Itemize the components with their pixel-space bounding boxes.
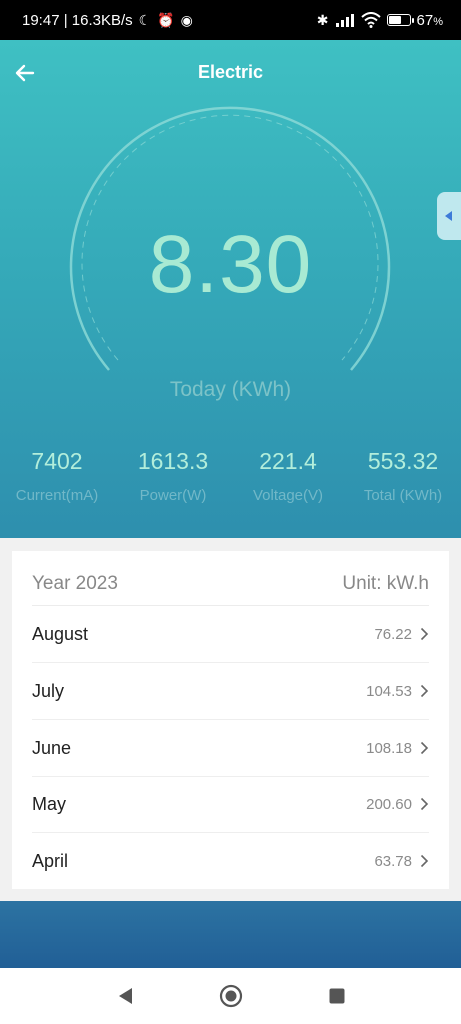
notification-icon: ◉ (180, 11, 193, 28)
unit-label: Unit: kW.h (342, 573, 429, 594)
month-value: 76.22 (374, 625, 412, 643)
monthly-usage-card: Year 2023 Unit: kW.h August 76.22 July 1… (12, 551, 449, 889)
month-row-may[interactable]: May 200.60 (32, 776, 429, 833)
footer-band (0, 901, 461, 968)
card-header: Year 2023 Unit: kW.h (32, 563, 429, 606)
battery-number: 67 (416, 11, 434, 29)
month-label: August (32, 623, 89, 644)
stat-power: 1613.3 Power(W) (113, 448, 233, 504)
month-label: May (32, 793, 67, 814)
month-label: July (32, 680, 65, 701)
battery-unit: % (433, 15, 443, 28)
month-row-june[interactable]: June 108.18 (32, 720, 429, 777)
month-row-august[interactable]: August 76.22 (32, 606, 429, 663)
stat-value: 553.32 (367, 448, 439, 474)
stat-label: Current(mA) (15, 487, 99, 504)
battery-percent: 67% (417, 12, 443, 29)
page-title: Electric (197, 62, 264, 82)
square-recents-icon (329, 988, 344, 1004)
month-value: 104.53 (366, 682, 412, 700)
system-nav-bar (0, 968, 461, 1024)
chevron-right-icon (420, 741, 429, 755)
stat-value: 221.4 (259, 448, 317, 474)
status-bar: 19:47 | 16.3KB/s ☾ ⏰ ◉ ✱ 67% (0, 0, 461, 40)
month-value: 63.78 (374, 852, 412, 870)
alarm-icon: ⏰ (157, 11, 175, 28)
month-row-april[interactable]: April 63.78 (32, 833, 429, 889)
row-right: 63.78 (374, 853, 429, 870)
chevron-right-icon (420, 684, 429, 698)
stat-total: 553.32 Total (KWh) (343, 448, 461, 504)
status-time-speed: 19:47 | 16.3KB/s (22, 11, 133, 29)
battery-fill (388, 16, 402, 24)
battery-icon (386, 14, 414, 26)
stat-label: Voltage(V) (252, 487, 324, 504)
year-label: Year 2023 (32, 573, 118, 594)
today-kwh-label: Today (KWh) (169, 378, 292, 401)
top-bar: Electric (0, 40, 461, 106)
row-right: 104.53 (366, 683, 429, 700)
month-label: June (32, 737, 72, 758)
status-left: 19:47 | 16.3KB/s ☾ ⏰ ◉ (22, 12, 193, 29)
hero-section: Electric 8.30 Today (KWh) 7402 Current(m… (0, 40, 461, 538)
stats-row: 7402 Current(mA) 1613.3 Power(W) 221.4 V… (0, 448, 461, 518)
stat-voltage: 221.4 Voltage(V) (228, 448, 348, 504)
triangle-back-icon (118, 988, 132, 1004)
stat-current: 7402 Current(mA) (0, 448, 117, 504)
circle-home-icon (219, 984, 242, 1008)
chevron-right-icon (420, 854, 429, 868)
wifi-icon (360, 12, 381, 28)
today-kwh-value: 8.30 (148, 219, 313, 310)
row-right: 200.60 (366, 796, 429, 813)
month-value: 108.18 (366, 739, 412, 757)
month-row-july[interactable]: July 104.53 (32, 663, 429, 720)
stat-value: 7402 (31, 448, 83, 474)
month-label: April (32, 850, 69, 871)
moon-icon: ☾ (138, 11, 152, 28)
nav-home-button[interactable] (217, 982, 245, 1010)
nav-back-button[interactable] (111, 982, 139, 1010)
chevron-right-icon (420, 627, 429, 641)
row-right: 108.18 (366, 740, 429, 757)
stat-value: 1613.3 (137, 448, 209, 474)
signal-icon (335, 14, 354, 27)
stat-label: Power(W) (139, 487, 207, 504)
bluetooth-icon: ✱ (316, 11, 329, 28)
nav-recents-button[interactable] (323, 982, 351, 1010)
row-right: 76.22 (374, 626, 429, 643)
stat-label: Total (KWh) (363, 487, 443, 504)
chevron-right-icon (420, 797, 429, 811)
month-value: 200.60 (366, 795, 412, 813)
status-right: ✱ 67% (317, 12, 443, 29)
